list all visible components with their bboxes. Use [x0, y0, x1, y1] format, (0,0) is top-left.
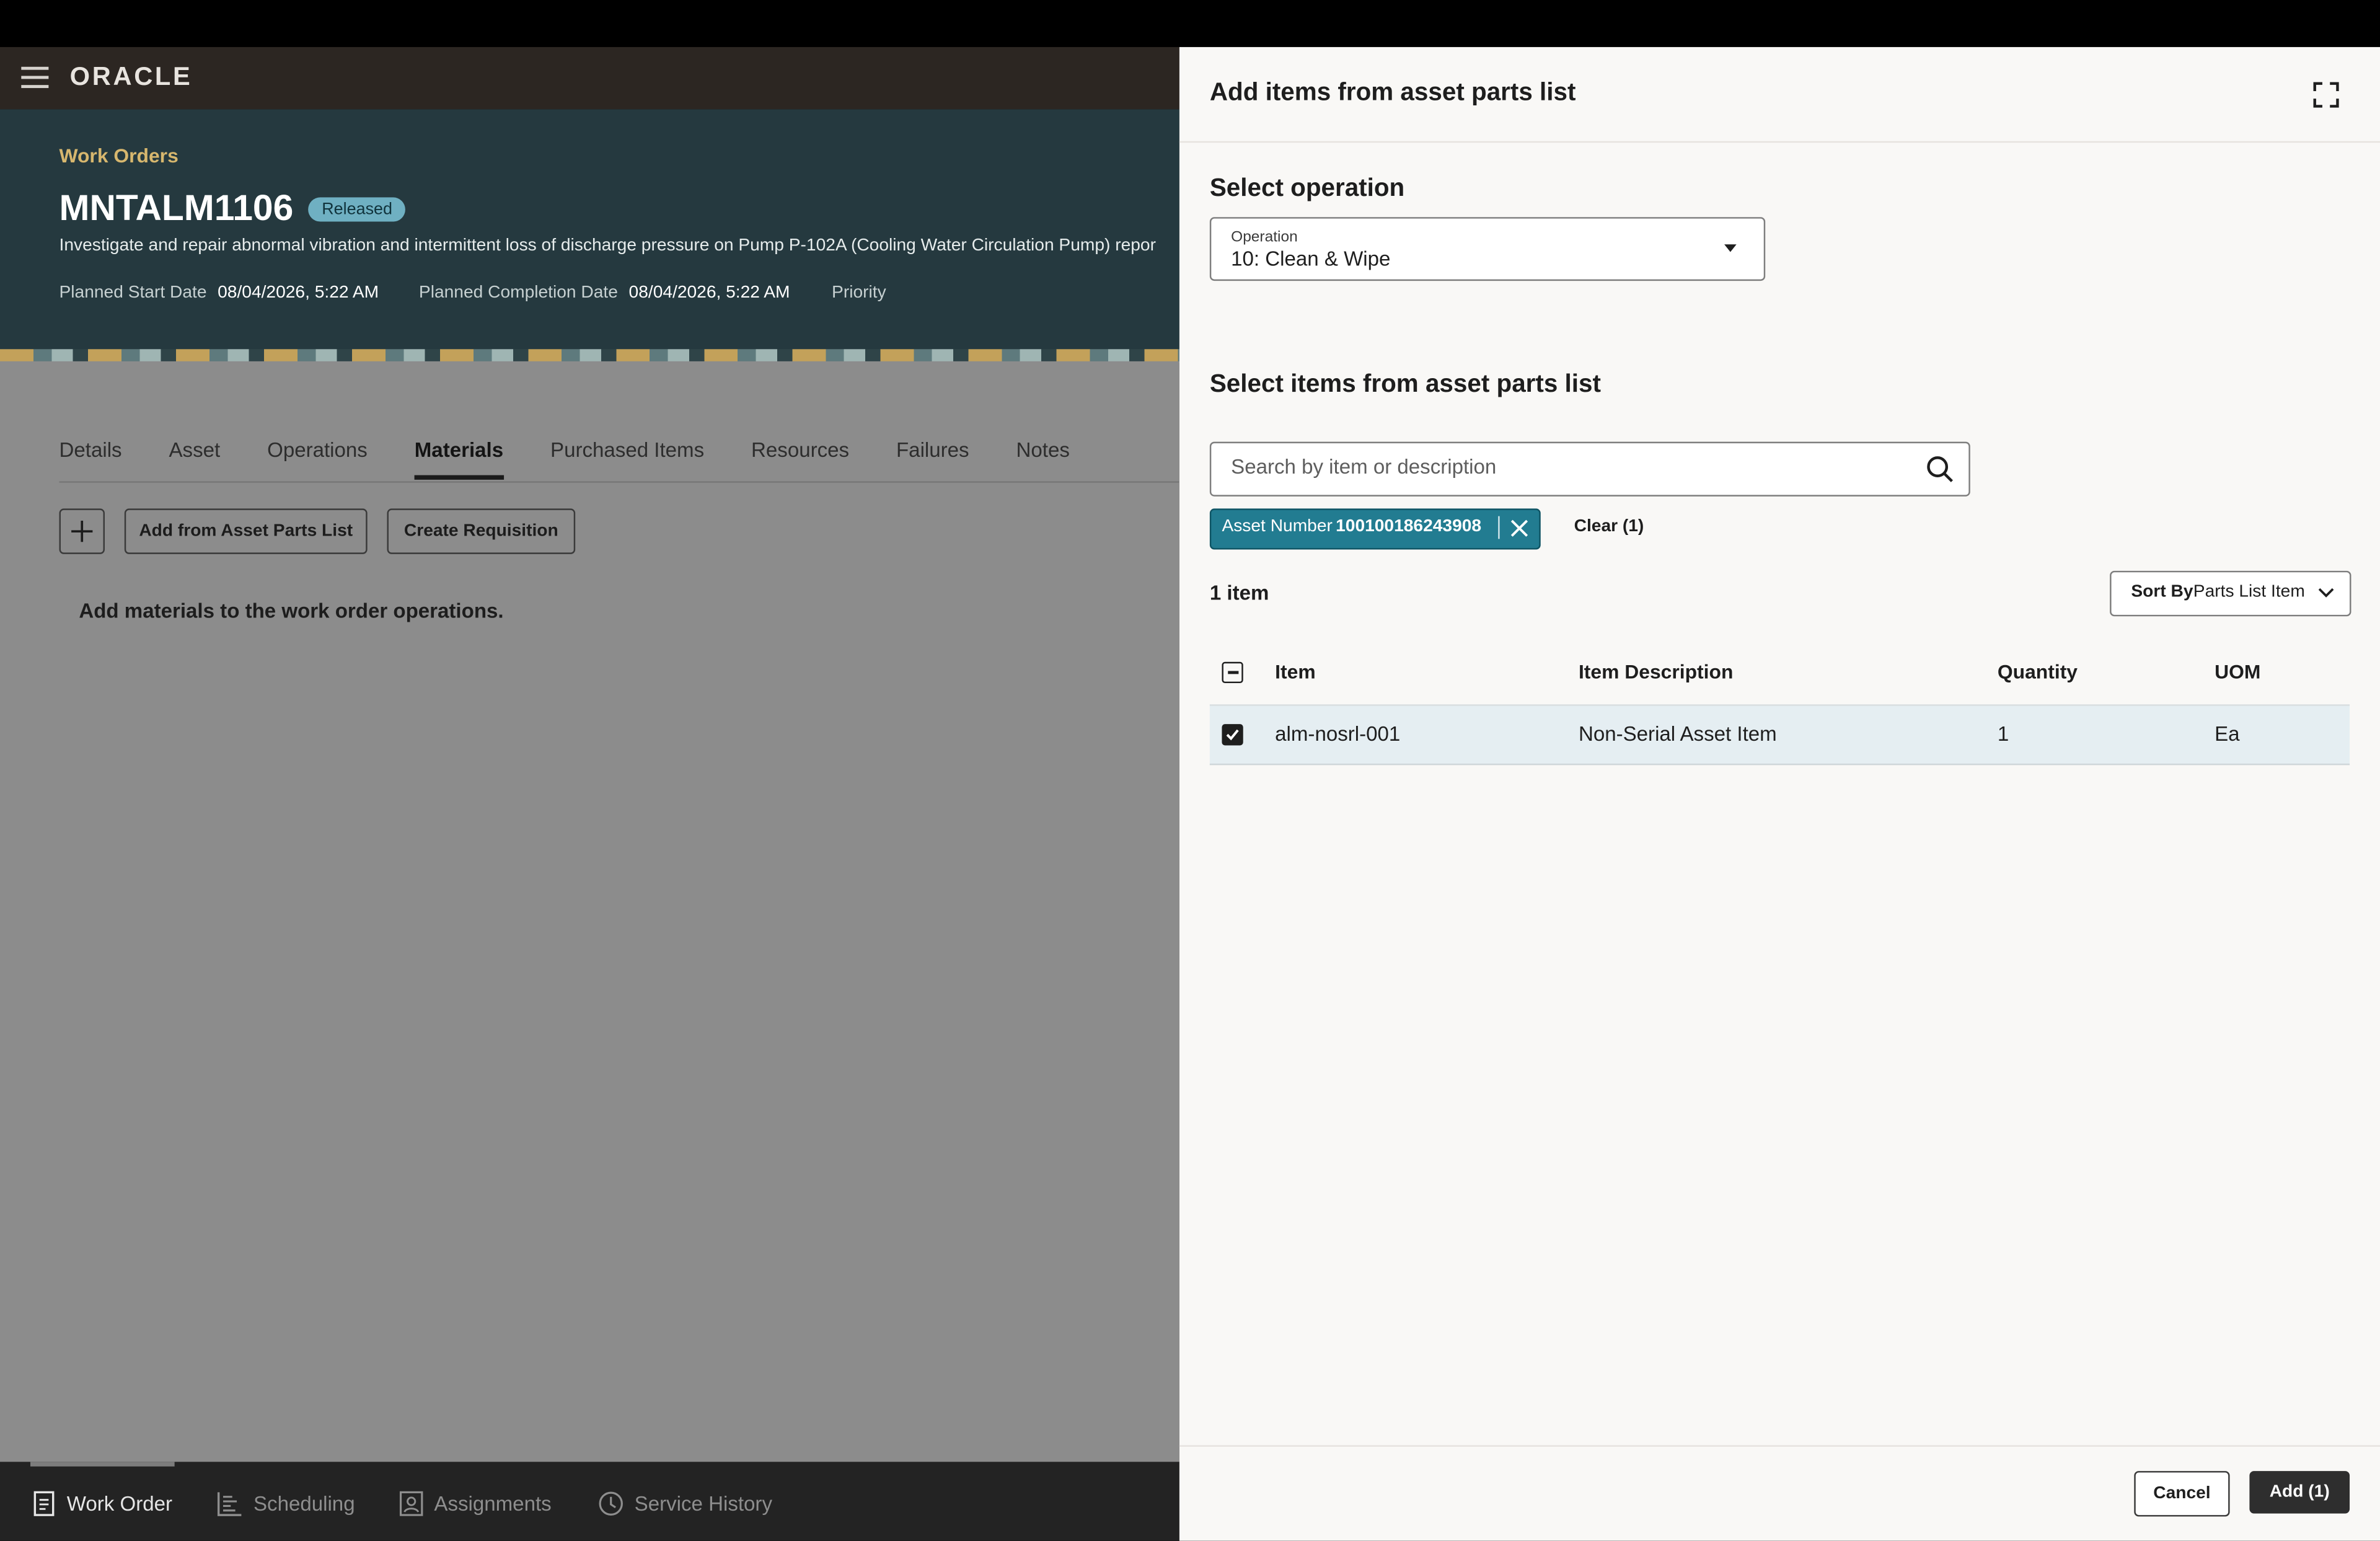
nav-assignments-label: Assignments — [434, 1492, 552, 1516]
tab-failures[interactable]: Failures — [896, 439, 969, 480]
close-icon[interactable] — [1510, 519, 1528, 537]
clear-filters-link[interactable]: Clear (1) — [1574, 518, 1644, 536]
filter-chip-label: Asset Number — [1222, 518, 1333, 536]
person-icon — [399, 1491, 423, 1516]
nav-service-history-label: Service History — [634, 1492, 773, 1516]
tab-operations[interactable]: Operations — [267, 439, 368, 480]
row-description: Non-Serial Asset Item — [1578, 722, 1777, 746]
indeterminate-icon — [1227, 671, 1238, 674]
chart-icon — [217, 1492, 242, 1516]
nav-service-history[interactable]: Service History — [598, 1491, 772, 1517]
nav-work-order-label: Work Order — [66, 1492, 172, 1516]
add-from-asset-parts-list-button[interactable]: Add from Asset Parts List — [124, 508, 368, 554]
column-header-quantity[interactable]: Quantity — [1998, 660, 2078, 683]
asset-number-filter-chip[interactable]: Asset Number 100100186243908 — [1209, 508, 1541, 550]
drawer-title: Add items from asset parts list — [1209, 79, 1576, 107]
result-count: 1 item — [1209, 581, 1269, 604]
add-button[interactable]: Add (1) — [2249, 1471, 2350, 1514]
tab-details[interactable]: Details — [60, 439, 122, 480]
priority-label: Priority — [832, 283, 886, 302]
top-strip — [0, 0, 2380, 47]
nav-scheduling-label: Scheduling — [253, 1492, 355, 1516]
row-uom: Ea — [2215, 722, 2240, 746]
add-material-button[interactable] — [59, 508, 105, 554]
column-header-uom[interactable]: UOM — [2215, 660, 2260, 683]
plus-icon — [71, 521, 93, 542]
column-header-description[interactable]: Item Description — [1579, 660, 1733, 683]
row-checkbox[interactable] — [1222, 724, 1243, 746]
empty-state-message: Add materials to the work order operatio… — [79, 599, 504, 623]
planned-start-label: Planned Start Date — [59, 283, 207, 302]
oracle-logo: ORACLE — [69, 62, 193, 91]
sort-value: Parts List Item — [2193, 583, 2305, 601]
tab-bar: Details Asset Operations Materials Purch… — [60, 439, 1070, 480]
nav-assignments[interactable]: Assignments — [399, 1491, 552, 1517]
nav-scheduling[interactable]: Scheduling — [217, 1491, 355, 1517]
planned-start-value: 08/04/2026, 5:22 AM — [218, 283, 379, 302]
column-header-item[interactable]: Item — [1275, 660, 1315, 683]
tab-divider — [59, 481, 1179, 483]
chip-divider — [1498, 516, 1500, 539]
search-icon[interactable] — [1924, 454, 1955, 484]
tab-notes[interactable]: Notes — [1016, 439, 1069, 480]
clock-icon — [599, 1491, 623, 1516]
select-operation-heading: Select operation — [1209, 174, 1405, 202]
active-nav-indicator — [30, 1462, 175, 1467]
nav-work-order[interactable]: Work Order — [32, 1491, 172, 1517]
checkmark-icon — [1226, 729, 1239, 741]
select-items-heading: Select items from asset parts list — [1209, 370, 1601, 398]
tab-purchased-items[interactable]: Purchased Items — [550, 439, 704, 480]
filter-chip-value: 100100186243908 — [1336, 518, 1482, 536]
planned-start: Planned Start Date 08/04/2026, 5:22 AM — [60, 284, 379, 302]
breadcrumb[interactable]: Work Orders — [60, 144, 178, 167]
status-badge: Released — [308, 197, 407, 222]
search-placeholder: Search by item or description — [1231, 455, 1497, 479]
planned-completion-label: Planned Completion Date — [418, 283, 618, 302]
tab-materials[interactable]: Materials — [414, 439, 504, 480]
dropdown-caret-icon[interactable] — [1724, 244, 1737, 252]
cancel-button[interactable]: Cancel — [2134, 1471, 2230, 1517]
menu-icon[interactable] — [21, 66, 49, 89]
create-requisition-button[interactable]: Create Requisition — [387, 508, 576, 554]
work-order-description: Investigate and repair abnormal vibratio… — [59, 237, 1156, 255]
row-quantity: 1 — [1997, 722, 2009, 746]
chevron-down-icon — [2318, 588, 2334, 598]
tab-resources[interactable]: Resources — [751, 439, 849, 480]
select-all-checkbox[interactable] — [1222, 661, 1243, 684]
planned-completion-value: 08/04/2026, 5:22 AM — [628, 283, 790, 302]
operation-label: Operation — [1231, 229, 1298, 246]
sort-prefix: Sort By — [2131, 583, 2193, 601]
row-item: alm-nosrl-001 — [1275, 722, 1401, 746]
sort-select[interactable]: Sort By Parts List Item — [2110, 570, 2351, 617]
tab-asset[interactable]: Asset — [169, 439, 220, 480]
drawer-footer-divider — [1179, 1445, 2380, 1447]
planned-completion: Planned Completion Date 08/04/2026, 5:22… — [419, 284, 790, 302]
expand-icon[interactable] — [2313, 82, 2339, 108]
page-title: MNTALM1106 — [59, 188, 294, 229]
bottom-nav — [0, 1462, 1179, 1541]
operation-value: 10: Clean & Wipe — [1231, 247, 1391, 270]
document-icon — [33, 1491, 55, 1516]
